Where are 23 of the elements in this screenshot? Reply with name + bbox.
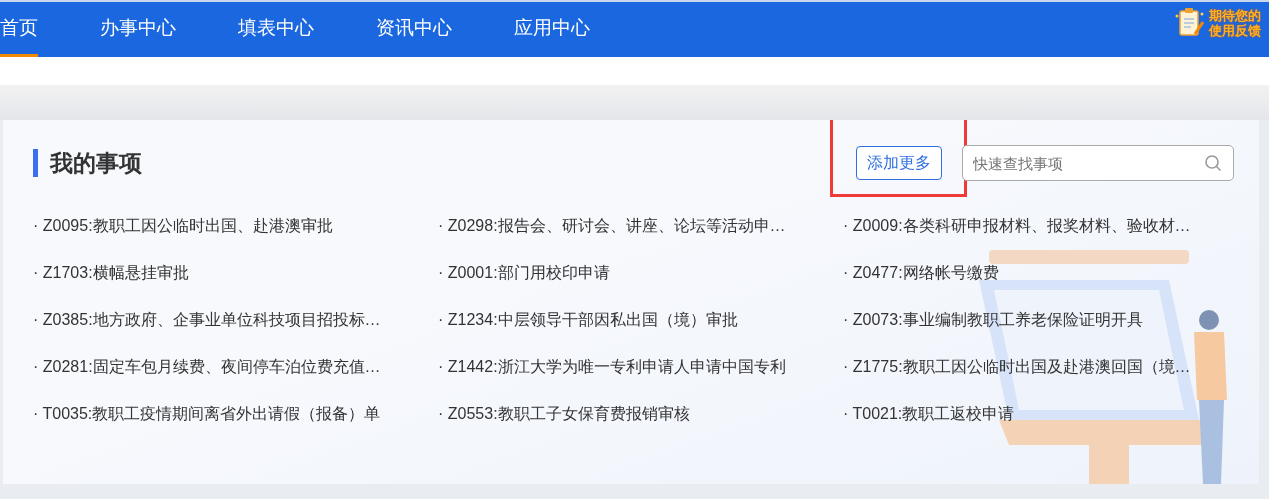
section-title: 我的事项 (33, 149, 142, 177)
add-more-button[interactable]: 添加更多 (856, 146, 942, 180)
item-link[interactable]: · Z0298:报告会、研讨会、讲座、论坛等活动申… (438, 217, 786, 234)
item-link[interactable]: · T0021:教职工返校申请 (843, 405, 1015, 422)
item-link[interactable]: · Z0009:各类科研申报材料、报奖材料、验收材… (843, 217, 1191, 234)
nav-tab[interactable]: 办事中心 (100, 2, 176, 57)
nav-tab[interactable]: 填表中心 (238, 2, 314, 57)
item-link[interactable]: · Z0073:事业编制教职工养老保险证明开具 (843, 311, 1143, 328)
item-link[interactable]: · Z1442:浙江大学为唯一专利申请人申请中国专利 (438, 358, 786, 375)
item-link[interactable]: · Z1703:横幅悬挂审批 (33, 264, 189, 281)
item-link[interactable]: · Z0385:地方政府、企事业单位科技项目招投标… (33, 311, 381, 328)
search-field[interactable]: 快速查找事项 (962, 145, 1234, 181)
item-link[interactable]: · Z0477:网络帐号缴费 (843, 264, 999, 281)
item-link[interactable]: · Z0095:教职工因公临时出国、赴港澳审批 (33, 217, 333, 234)
search-icon (1204, 154, 1222, 172)
item-link[interactable]: · T0035:教职工疫情期间离省外出请假（报备）单 (33, 405, 381, 422)
nav-tab[interactable]: 资讯中心 (376, 2, 452, 57)
item-link[interactable]: · Z0281:固定车包月续费、夜间停车泊位费充值… (33, 358, 381, 375)
item-link[interactable]: · Z0001:部门用校印申请 (438, 264, 610, 281)
item-link[interactable]: · Z0553:教职工子女保育费报销审核 (438, 405, 690, 422)
item-link[interactable]: · Z1775:教职工因公临时出国及赴港澳回国（境… (843, 358, 1191, 375)
nav-tab[interactable]: 应用中心 (514, 2, 590, 57)
item-link[interactable]: · Z1234:中层领导干部因私出国（境）审批 (438, 311, 738, 328)
